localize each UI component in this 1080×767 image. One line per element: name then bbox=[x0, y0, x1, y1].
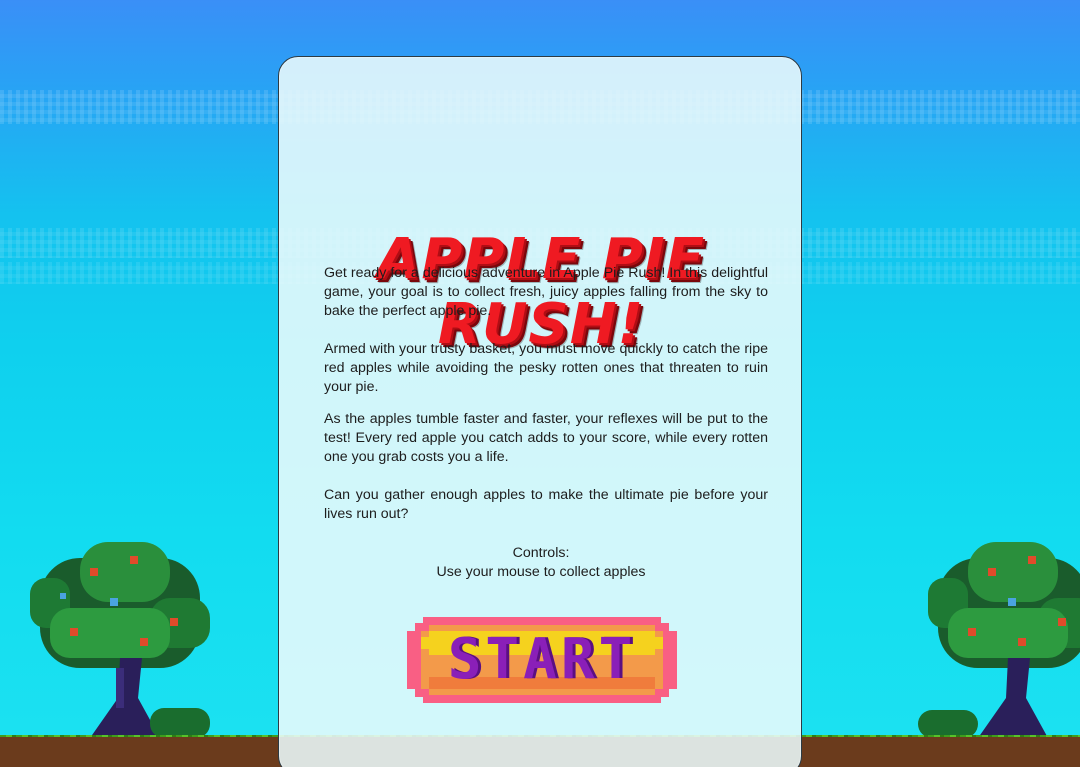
controls-heading: Controls: bbox=[512, 545, 570, 561]
description-paragraph: Can you gather enough apples to make the… bbox=[324, 487, 768, 522]
intro-panel: APPLE PIE RUSH! Get ready for a deliciou… bbox=[278, 56, 802, 767]
game-description: Get ready for a delicious adventure in A… bbox=[324, 264, 768, 524]
pixel-tree-icon bbox=[918, 542, 1080, 738]
start-label: START bbox=[447, 627, 637, 692]
description-paragraph: As the apples tumble faster and faster, … bbox=[324, 411, 768, 465]
game-scene: APPLE PIE RUSH! Get ready for a deliciou… bbox=[0, 0, 1080, 767]
start-button[interactable]: START bbox=[407, 617, 677, 703]
controls-text: Use your mouse to collect apples bbox=[436, 564, 646, 580]
description-paragraph: Get ready for a delicious adventure in A… bbox=[324, 265, 768, 319]
controls-info: Controls: Use your mouse to collect appl… bbox=[279, 544, 803, 582]
pixel-tree-icon bbox=[30, 542, 210, 738]
description-paragraph: Armed with your trusty basket, you must … bbox=[324, 341, 768, 395]
